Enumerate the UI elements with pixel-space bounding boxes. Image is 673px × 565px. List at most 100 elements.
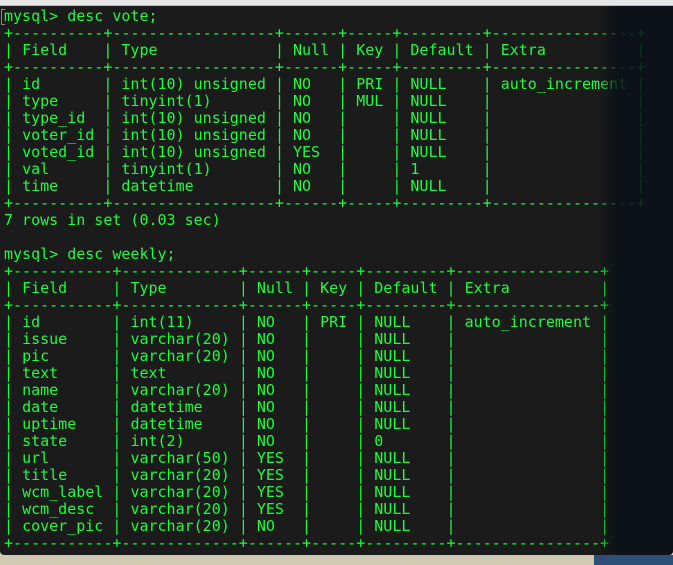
column-header: Type (130, 279, 239, 297)
table-cell: auto_increment (500, 75, 637, 93)
cell-separator: | (446, 381, 465, 399)
table-cell (356, 177, 392, 195)
cell-separator: | (274, 177, 293, 195)
table-cell (465, 449, 600, 467)
terminal-window[interactable]: mysql> desc vote; +----------+-----------… (0, 6, 673, 555)
table-cell: int(10) unsigned (121, 143, 275, 161)
cell-separator: | (302, 415, 321, 433)
cell-separator: | (446, 398, 465, 416)
cell-separator: | (338, 41, 357, 59)
cell-separator: | (274, 75, 293, 93)
table-cell: NULL (410, 75, 483, 93)
cell-separator: | (302, 313, 321, 331)
cell-separator: | (356, 483, 375, 501)
column-header: Extra (500, 41, 637, 59)
table-row: | voted_id | int(10) unsigned | YES | | … (4, 144, 645, 161)
table-cell (320, 415, 356, 433)
table-cell: voter_id (22, 126, 104, 144)
cell-separator: | (600, 432, 610, 450)
table-cell (320, 466, 356, 484)
table-cell: 1 (410, 160, 483, 178)
table-cell: PRI (320, 313, 357, 331)
table-row: | type | tinyint(1) | NO | MUL | NULL | … (4, 93, 645, 110)
cell-separator: | (392, 41, 411, 59)
cell-separator: | (446, 432, 465, 450)
cell-separator: | (392, 109, 411, 127)
cell-separator: | (274, 160, 293, 178)
cell-separator: | (356, 415, 375, 433)
table-cell (501, 143, 636, 161)
cell-separator: | (392, 92, 411, 110)
result-summary: 7 rows in set (0.03 sec) (4, 212, 645, 229)
table-cell: NULL (374, 330, 447, 348)
table-cell: pic (22, 347, 113, 365)
cell-separator: | (338, 160, 357, 178)
cell-separator: | (356, 432, 375, 450)
table-cell: int(2) (130, 432, 239, 450)
table-cell: id (22, 75, 104, 93)
prompt-line: mysql> desc vote; (4, 8, 645, 25)
cell-separator: | (112, 381, 131, 399)
table-cell: varchar(20) (130, 381, 239, 399)
table-cell: NULL (374, 483, 447, 501)
column-header: Default (410, 41, 483, 59)
table-cell: NULL (374, 398, 447, 416)
cell-separator: | (302, 279, 321, 297)
table-row: | cover_pic | varchar(20) | NO | | NULL … (4, 518, 645, 535)
table-cell (465, 415, 600, 433)
cell-separator: | (103, 143, 122, 161)
table-cell: YES (256, 449, 303, 467)
table-row: | issue | varchar(20) | NO | | NULL | | (4, 331, 645, 348)
cell-separator: | (238, 483, 257, 501)
column-header: Field (22, 41, 104, 59)
table-cell: title (22, 466, 113, 484)
cell-separator: | (600, 466, 610, 484)
cell-separator: | (600, 347, 610, 365)
cell-separator: | (4, 398, 23, 416)
table-cell: NO (293, 177, 339, 195)
cell-separator: | (356, 466, 375, 484)
cell-separator: | (274, 109, 293, 127)
cell-separator: | (338, 143, 357, 161)
table-row: | text | text | NO | | NULL | | (4, 365, 645, 382)
table-cell: varchar(20) (130, 500, 239, 518)
cell-separator: | (338, 75, 357, 93)
table-cell (465, 381, 600, 399)
table-cell: YES (256, 500, 303, 518)
table-cell: NULL (374, 517, 447, 535)
cell-separator: | (4, 109, 23, 127)
cell-separator: | (482, 126, 501, 144)
cell-separator: | (636, 160, 646, 178)
table-cell (465, 330, 600, 348)
table-cell (356, 126, 392, 144)
table-border: +-----------+-------------+------+-----+… (4, 534, 610, 552)
table-cell: MUL (356, 92, 393, 110)
cell-separator: | (103, 126, 122, 144)
cell-separator: | (392, 177, 411, 195)
table-cell: NULL (410, 126, 483, 144)
cell-separator: | (446, 279, 465, 297)
cell-separator: | (4, 466, 23, 484)
table-cell: issue (22, 330, 113, 348)
cell-separator: | (302, 330, 321, 348)
cell-separator: | (112, 500, 131, 518)
table-cell: int(10) unsigned (121, 126, 275, 144)
table-cell (320, 398, 356, 416)
column-header: Type (121, 41, 275, 59)
table-cell: text (130, 364, 239, 382)
cell-separator: | (238, 330, 257, 348)
cell-separator: | (112, 432, 131, 450)
table-cell: NULL (374, 347, 447, 365)
cell-separator: | (103, 92, 122, 110)
cell-separator: | (302, 500, 321, 518)
table-cell (320, 330, 356, 348)
table-cell (320, 483, 356, 501)
table-cell: type_id (22, 109, 104, 127)
table-cell (356, 143, 392, 161)
cell-separator: | (112, 313, 131, 331)
cell-separator: | (238, 517, 257, 535)
terminal-output[interactable]: mysql> desc vote; +----------+-----------… (4, 8, 645, 552)
column-header: Field (22, 279, 113, 297)
table-cell (320, 517, 356, 535)
cell-separator: | (4, 483, 23, 501)
